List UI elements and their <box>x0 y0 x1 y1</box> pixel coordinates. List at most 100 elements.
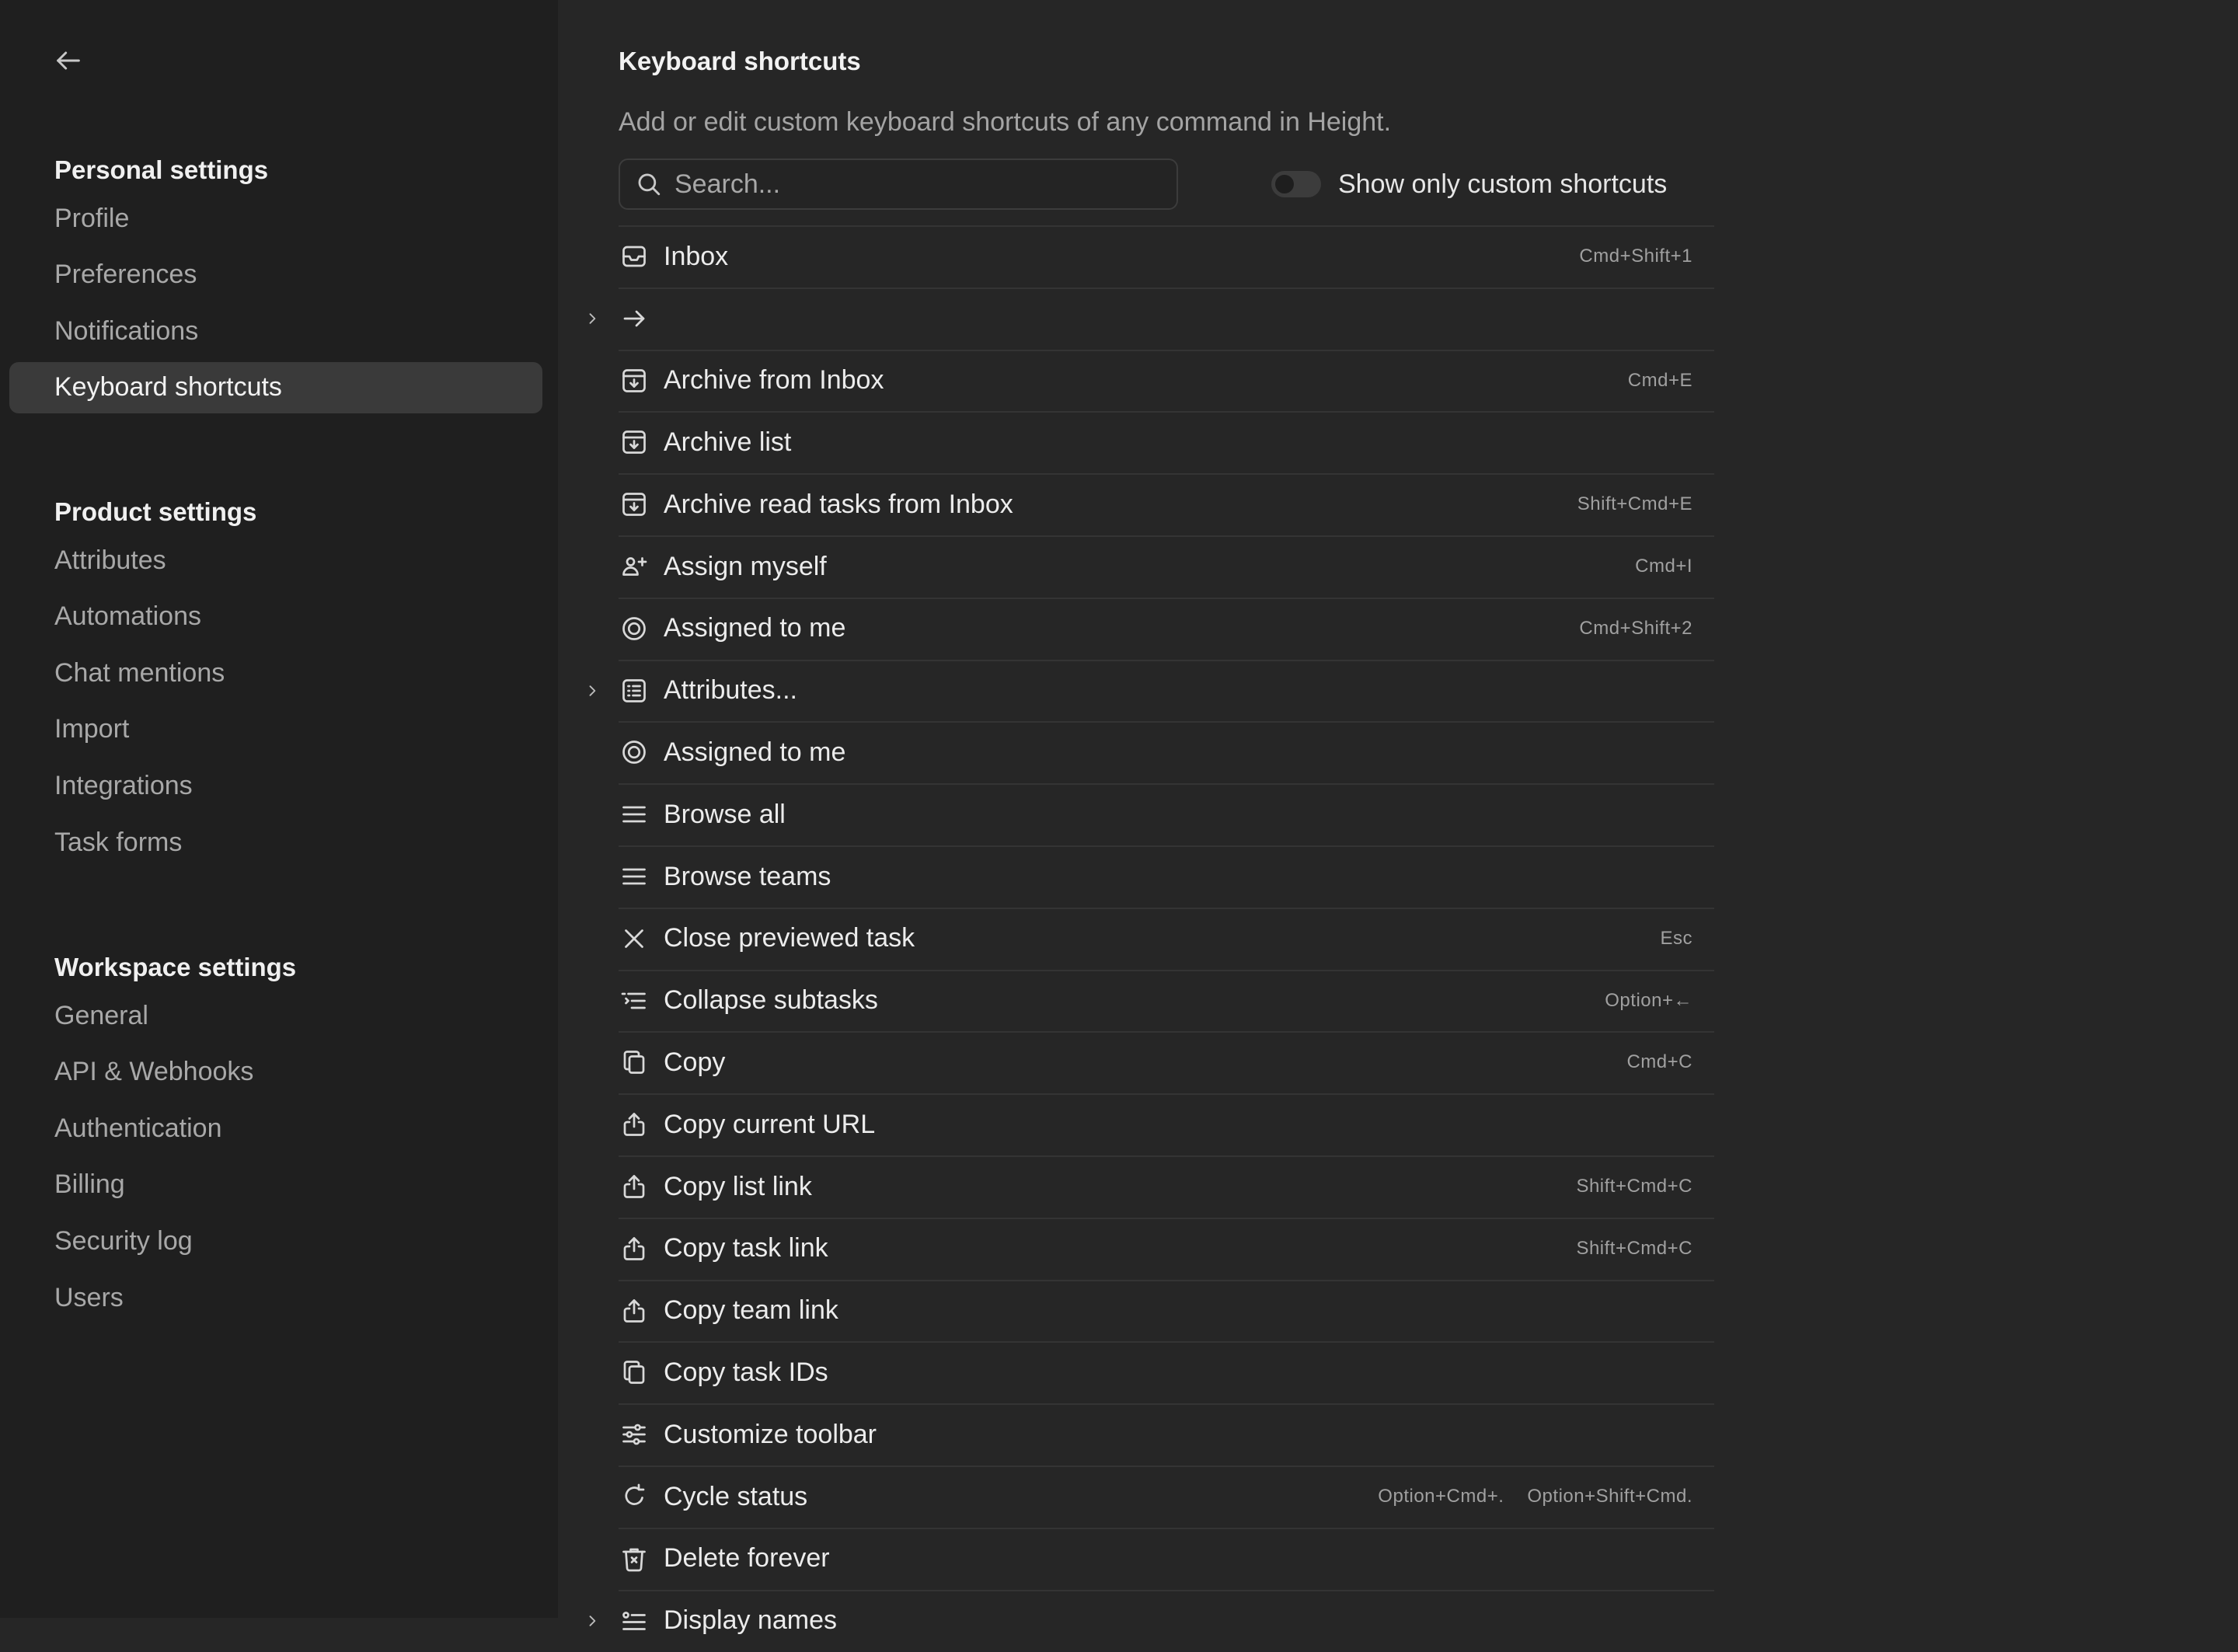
row-divider <box>619 721 1714 723</box>
command-label: Delete forever <box>664 1543 830 1574</box>
command-label: Copy task IDs <box>664 1357 828 1387</box>
row-divider <box>619 411 1714 413</box>
sidebar-item-billing[interactable]: Billing <box>9 1159 542 1211</box>
shortcut-row[interactable]: Customize toolbar <box>619 1403 1714 1466</box>
shortcut-row[interactable]: Assign myself Cmd+I <box>619 535 1714 598</box>
sidebar-item-keyboard-shortcuts[interactable]: Keyboard shortcuts <box>9 361 542 413</box>
shortcut-keys[interactable]: Option+← <box>1605 990 1692 1012</box>
share-icon <box>619 1295 650 1326</box>
sidebar-item-chat-mentions[interactable]: Chat mentions <box>9 647 542 699</box>
shortcut-row[interactable]: Delete forever <box>619 1527 1714 1590</box>
menu-icon <box>619 861 650 892</box>
shortcut-keys[interactable]: Cmd+Shift+1 <box>1579 246 1692 267</box>
shortcut-row[interactable]: Archive from Inbox Cmd+E <box>619 349 1714 412</box>
settings-sidebar: Personal settings Profile Preferences Notif… <box>0 0 558 1618</box>
shortcut-row[interactable]: Browse all <box>619 783 1714 845</box>
search-input[interactable] <box>673 168 1158 200</box>
trash-icon <box>619 1543 650 1574</box>
shortcut-row[interactable]: Copy task link Shift+Cmd+C <box>619 1217 1714 1280</box>
command-label: Copy team link <box>664 1295 838 1326</box>
shortcut-row[interactable]: Close previewed task Esc <box>619 907 1714 970</box>
shortcut-row[interactable]: Inbox Cmd+Shift+1 <box>619 225 1714 288</box>
back-button[interactable] <box>50 42 87 79</box>
sidebar-item-task-forms[interactable]: Task forms <box>9 817 542 868</box>
shortcut-row[interactable]: Copy list link Shift+Cmd+C <box>619 1155 1714 1218</box>
menu-icon <box>619 799 650 830</box>
shortcut-keys[interactable]: Cmd+I <box>1635 556 1692 577</box>
shortcut-row[interactable]: Archive list <box>619 411 1714 473</box>
sidebar-item-general[interactable]: General <box>9 990 542 1041</box>
row-divider <box>619 1589 1714 1591</box>
shortcut-keys[interactable]: Cmd+C <box>1626 1051 1692 1073</box>
shortcut-row[interactable]: Browse teams <box>619 845 1714 908</box>
shortcut-row[interactable] <box>589 287 1714 350</box>
shortcut-row[interactable]: Display names <box>589 1589 1714 1652</box>
close-icon <box>619 923 650 954</box>
shortcut-keys[interactable]: Option+Cmd+. Option+Shift+Cmd. <box>1378 1486 1692 1507</box>
sidebar-item-attributes[interactable]: Attributes <box>9 535 542 586</box>
shortcut-keys[interactable]: Cmd+E <box>1628 370 1692 392</box>
display-names-icon <box>619 1605 650 1636</box>
sidebar-item-profile[interactable]: Profile <box>9 193 542 244</box>
sidebar-item-notifications[interactable]: Notifications <box>9 305 542 357</box>
shortcut-keys[interactable]: Shift+Cmd+C <box>1576 1238 1692 1260</box>
archive-icon <box>619 427 650 458</box>
chevron-right-icon[interactable] <box>583 681 601 700</box>
shortcut-row[interactable]: Copy team link <box>619 1279 1714 1342</box>
shortcut-keys[interactable]: Esc <box>1660 928 1692 950</box>
command-label: Copy list link <box>664 1171 812 1201</box>
command-label: Copy task link <box>664 1233 828 1263</box>
shortcut-row[interactable]: Assigned to me Cmd+Shift+2 <box>619 597 1714 660</box>
shortcut-keys[interactable]: Shift+Cmd+E <box>1577 493 1692 515</box>
chevron-right-icon[interactable] <box>583 309 601 328</box>
command-label: Assigned to me <box>664 613 846 643</box>
sidebar-section-title: Product settings <box>54 497 257 526</box>
search-box[interactable] <box>619 159 1178 210</box>
command-label: Cycle status <box>664 1481 808 1511</box>
shortcut-row[interactable]: Attributes... <box>589 659 1714 722</box>
command-label: Inbox <box>664 241 729 271</box>
row-divider <box>619 1217 1714 1219</box>
main-panel: Keyboard shortcuts Add or edit custom ke… <box>558 0 2238 1635</box>
command-label: Copy current URL <box>664 1109 876 1139</box>
target-icon <box>619 737 650 768</box>
shortcut-row[interactable]: Copy task IDs <box>619 1341 1714 1403</box>
command-label: Archive list <box>664 427 792 457</box>
copy-icon <box>619 1047 650 1078</box>
sidebar-item-api-webhooks[interactable]: API & Webhooks <box>9 1047 542 1098</box>
sidebar-item-integrations[interactable]: Integrations <box>9 760 542 811</box>
row-divider <box>619 1527 1714 1529</box>
sidebar-item-security-log[interactable]: Security log <box>9 1215 542 1267</box>
shortcut-row[interactable]: Cycle status Option+Cmd+. Option+Shift+Cmd… <box>619 1466 1714 1528</box>
shortcut-row[interactable]: Copy Cmd+C <box>619 1031 1714 1093</box>
sidebar-item-automations[interactable]: Automations <box>9 591 542 643</box>
list-box-icon <box>619 675 650 706</box>
toggle-label: Show only custom shortcuts <box>1338 169 1668 199</box>
shortcut-row[interactable]: Copy current URL <box>619 1093 1714 1155</box>
shortcut-key: Shift+Cmd+C <box>1576 1176 1692 1197</box>
toggle-switch[interactable] <box>1271 171 1321 197</box>
row-divider <box>619 473 1714 476</box>
sidebar-item-preferences[interactable]: Preferences <box>9 249 542 301</box>
shortcut-key: Cmd+Shift+2 <box>1579 617 1692 639</box>
row-divider <box>619 1155 1714 1157</box>
command-label: Browse teams <box>664 861 831 891</box>
shortcut-row[interactable]: Assigned to me <box>619 721 1714 783</box>
shortcut-keys[interactable]: Shift+Cmd+C <box>1576 1176 1692 1197</box>
shortcut-keys[interactable]: Cmd+Shift+2 <box>1579 618 1692 640</box>
sidebar-item-users[interactable]: Users <box>9 1272 542 1323</box>
chevron-right-icon[interactable] <box>583 1612 601 1630</box>
sidebar-item-authentication[interactable]: Authentication <box>9 1103 542 1154</box>
custom-shortcuts-toggle[interactable]: Show only custom shortcuts <box>1271 166 1667 202</box>
shortcut-key: Option+Cmd+. <box>1378 1486 1504 1507</box>
sidebar-item-import[interactable]: Import <box>9 704 542 755</box>
command-label: Copy <box>664 1047 726 1077</box>
shortcut-row[interactable]: Collapse subtasks Option+← <box>619 969 1714 1032</box>
shortcut-key: Cmd+I <box>1635 556 1692 577</box>
row-divider <box>619 1279 1714 1281</box>
row-divider <box>619 1403 1714 1406</box>
shortcut-key: Option+← <box>1605 989 1692 1011</box>
shortcut-row[interactable]: Archive read tasks from Inbox Shift+Cmd+E <box>619 473 1714 535</box>
command-label: Customize toolbar <box>664 1419 877 1449</box>
cycle-icon <box>619 1481 650 1512</box>
